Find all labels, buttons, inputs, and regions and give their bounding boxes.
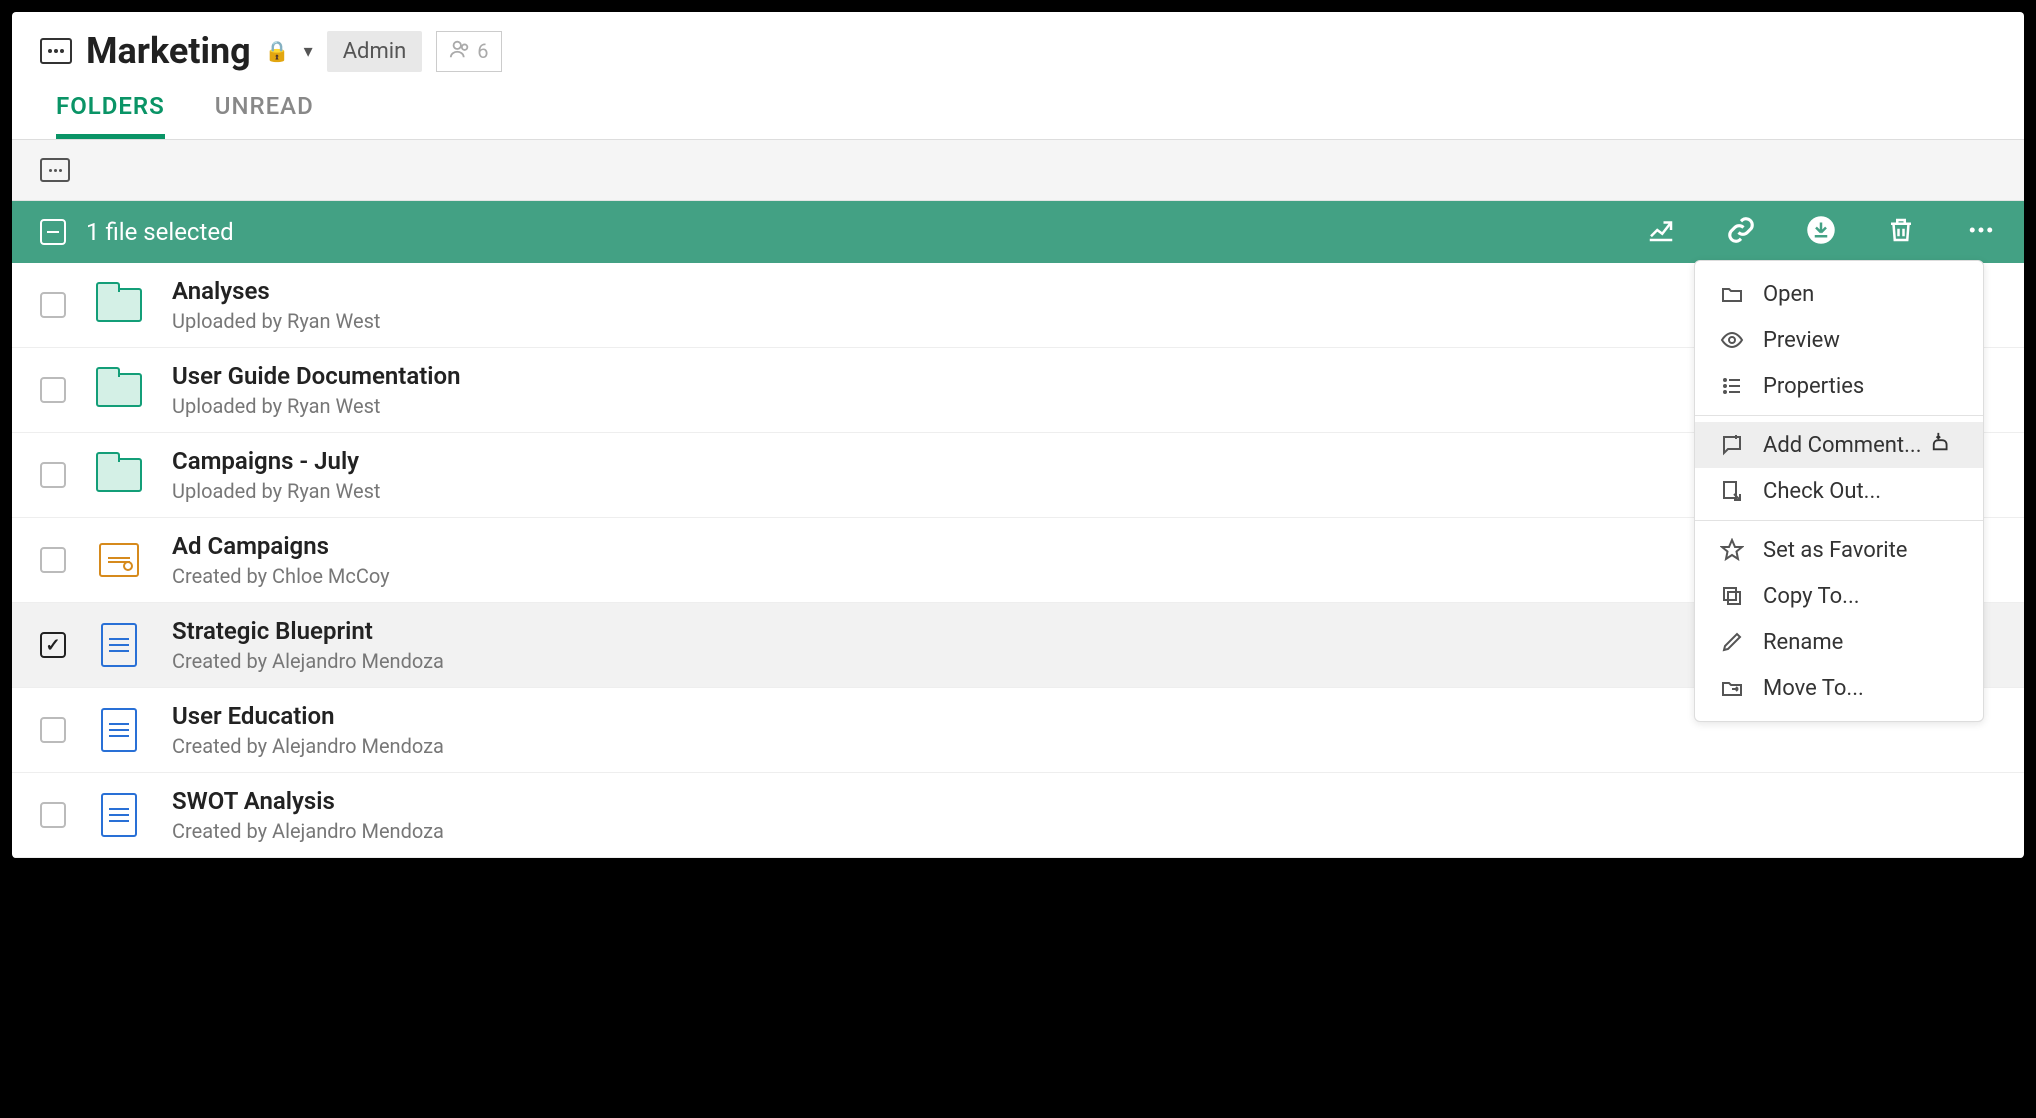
menu-label: Copy To... xyxy=(1763,584,1860,609)
list-item[interactable]: SWOT Analysis Created by Alejandro Mendo… xyxy=(12,773,2024,858)
trash-icon[interactable] xyxy=(1886,215,1916,249)
chevron-down-icon[interactable]: ▾ xyxy=(304,41,313,62)
item-meta: Uploaded by Ryan West xyxy=(172,309,380,333)
menu-move-to[interactable]: Move To... xyxy=(1695,665,1983,711)
item-name: Strategic Blueprint xyxy=(172,617,444,645)
item-meta: Uploaded by Ryan West xyxy=(172,479,380,503)
menu-label: Add Comment... xyxy=(1763,433,1922,458)
folder-icon xyxy=(94,455,144,495)
selection-text: 1 file selected xyxy=(86,218,234,246)
menu-copy-to[interactable]: Copy To... xyxy=(1695,573,1983,619)
breadcrumb-bar xyxy=(12,140,2024,201)
menu-label: Properties xyxy=(1763,374,1864,399)
row-checkbox[interactable] xyxy=(40,292,66,318)
document-icon xyxy=(94,625,144,665)
page-title: Marketing xyxy=(86,30,251,72)
menu-add-comment[interactable]: Add Comment... xyxy=(1695,422,1983,468)
document-icon xyxy=(94,795,144,835)
star-icon xyxy=(1719,537,1745,563)
item-meta: Created by Chloe McCoy xyxy=(172,564,390,588)
row-checkbox[interactable] xyxy=(40,547,66,573)
row-checkbox[interactable] xyxy=(40,377,66,403)
app-window: Marketing 🔒 ▾ Admin 6 FOLDERS UNREAD 1 f… xyxy=(12,12,2024,858)
menu-open[interactable]: Open xyxy=(1695,271,1983,317)
item-name: Analyses xyxy=(172,277,380,305)
copy-icon xyxy=(1719,583,1745,609)
menu-check-out[interactable]: Check Out... xyxy=(1695,468,1983,514)
menu-label: Check Out... xyxy=(1763,479,1881,504)
tab-unread[interactable]: UNREAD xyxy=(215,92,314,139)
breadcrumb-root-icon[interactable] xyxy=(40,158,70,182)
menu-label: Rename xyxy=(1763,630,1843,655)
space-icon xyxy=(40,38,72,64)
tab-folders[interactable]: FOLDERS xyxy=(56,92,165,139)
item-meta: Uploaded by Ryan West xyxy=(172,394,461,418)
role-chip[interactable]: Admin xyxy=(327,31,423,72)
select-all-checkbox[interactable] xyxy=(40,219,66,245)
context-menu: Open Preview Properties Add Comment... C… xyxy=(1694,260,1984,722)
members-chip[interactable]: 6 xyxy=(436,31,501,72)
member-count: 6 xyxy=(477,39,488,63)
share-icon[interactable] xyxy=(1646,215,1676,249)
move-icon xyxy=(1719,675,1745,701)
eye-icon xyxy=(1719,327,1745,353)
presentation-icon xyxy=(94,540,144,580)
row-checkbox[interactable] xyxy=(40,717,66,743)
pencil-icon xyxy=(1719,629,1745,655)
list-icon xyxy=(1719,373,1745,399)
lock-icon: 🔒 xyxy=(265,39,290,63)
item-name: SWOT Analysis xyxy=(172,787,444,815)
more-icon[interactable] xyxy=(1966,215,1996,249)
people-icon xyxy=(449,38,471,65)
item-name: User Guide Documentation xyxy=(172,362,461,390)
folder-open-icon xyxy=(1719,281,1745,307)
item-name: Ad Campaigns xyxy=(172,532,390,560)
item-meta: Created by Alejandro Mendoza xyxy=(172,734,444,758)
selection-bar: 1 file selected xyxy=(12,201,2024,263)
header: Marketing 🔒 ▾ Admin 6 xyxy=(12,12,2024,72)
menu-divider xyxy=(1695,520,1983,521)
cursor-icon xyxy=(1931,431,1953,459)
item-meta: Created by Alejandro Mendoza xyxy=(172,819,444,843)
menu-rename[interactable]: Rename xyxy=(1695,619,1983,665)
item-name: User Education xyxy=(172,702,444,730)
menu-label: Move To... xyxy=(1763,676,1864,701)
row-checkbox[interactable] xyxy=(40,802,66,828)
checkout-icon xyxy=(1719,478,1745,504)
tabs: FOLDERS UNREAD xyxy=(12,72,2024,140)
document-icon xyxy=(94,710,144,750)
item-name: Campaigns - July xyxy=(172,447,380,475)
menu-label: Set as Favorite xyxy=(1763,538,1907,563)
menu-preview[interactable]: Preview xyxy=(1695,317,1983,363)
row-checkbox[interactable] xyxy=(40,462,66,488)
menu-divider xyxy=(1695,415,1983,416)
comment-icon xyxy=(1719,432,1745,458)
menu-label: Preview xyxy=(1763,328,1840,353)
link-icon[interactable] xyxy=(1726,215,1756,249)
item-meta: Created by Alejandro Mendoza xyxy=(172,649,444,673)
download-icon[interactable] xyxy=(1806,215,1836,249)
menu-label: Open xyxy=(1763,282,1814,307)
menu-set-favorite[interactable]: Set as Favorite xyxy=(1695,527,1983,573)
folder-icon xyxy=(94,370,144,410)
row-checkbox[interactable] xyxy=(40,632,66,658)
folder-icon xyxy=(94,285,144,325)
menu-properties[interactable]: Properties xyxy=(1695,363,1983,409)
